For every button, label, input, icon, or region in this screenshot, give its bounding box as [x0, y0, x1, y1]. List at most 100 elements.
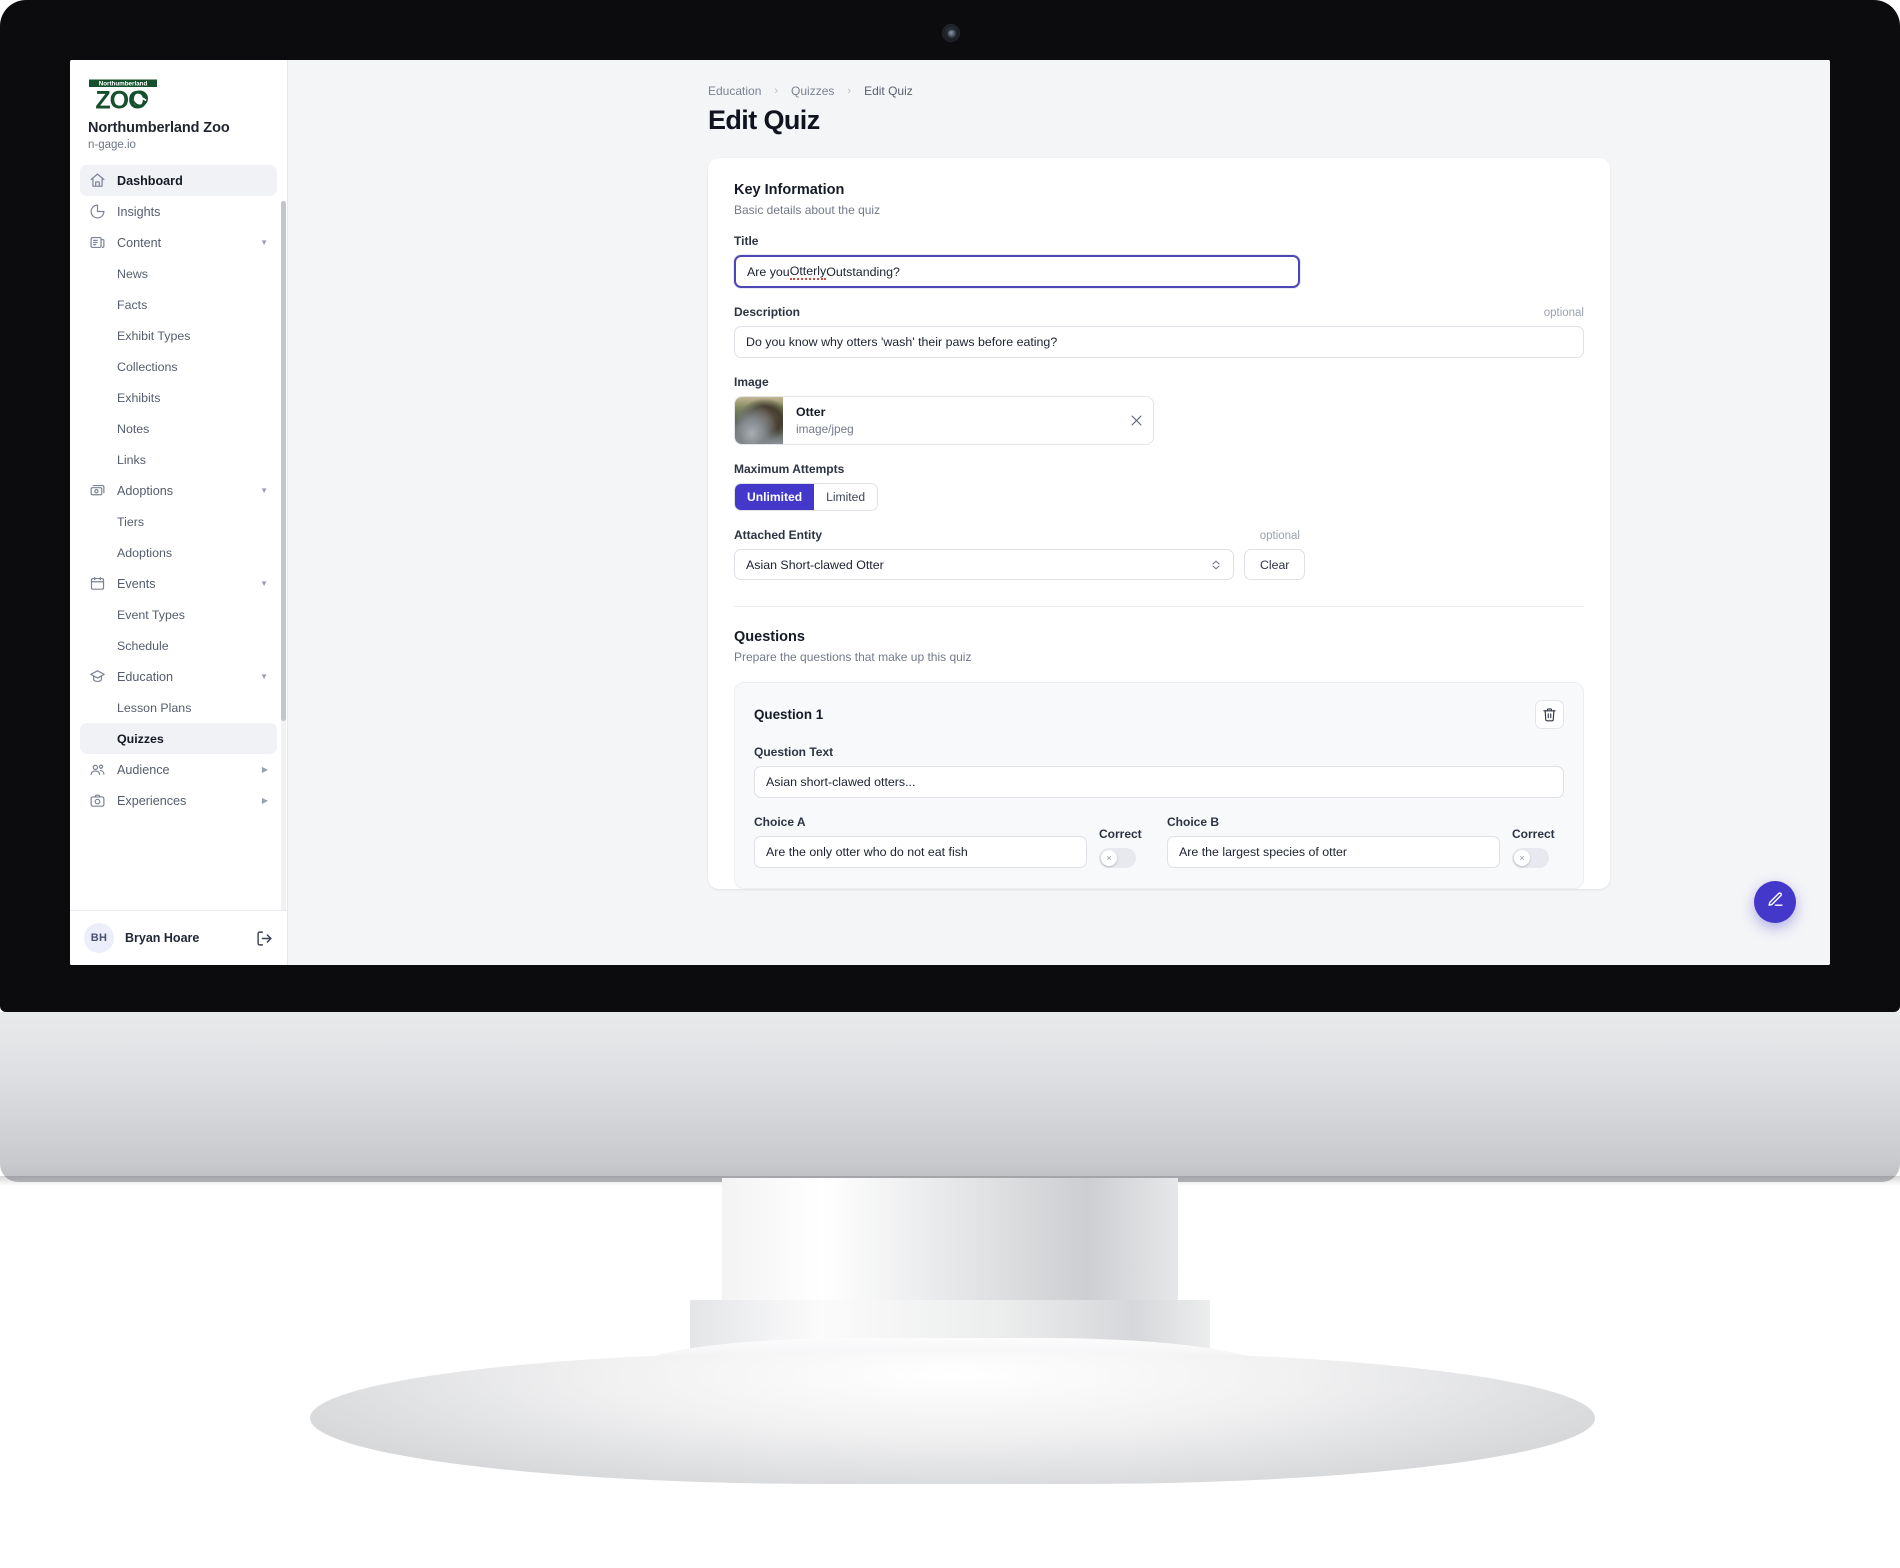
- chevron-down-icon[interactable]: ▼: [260, 579, 268, 588]
- key-information-heading: Key Information: [734, 182, 845, 198]
- choice-a-correct-toggle[interactable]: ×: [1099, 848, 1136, 868]
- description-input[interactable]: Do you know why otters 'wash' their paws…: [734, 326, 1584, 358]
- screen-content: Northumberland ZOO Northumberland Zoo n-…: [70, 60, 1830, 965]
- attached-entity-field-group: Attached Entity optional Asian Short-cla…: [734, 528, 1584, 580]
- home-icon: [89, 172, 106, 189]
- sidebar-nav: Dashboard Insights Content ▼ News Facts Exhibi…: [70, 161, 287, 910]
- user-profile-row[interactable]: BH Bryan Hoare: [70, 910, 287, 965]
- application-window: Northumberland ZOO Northumberland Zoo n-…: [70, 60, 1830, 965]
- brand-name: Northumberland Zoo: [88, 120, 230, 136]
- sidebar-item-label: Exhibit Types: [117, 328, 191, 343]
- attached-entity-label: Attached Entity: [734, 528, 823, 542]
- chevron-right-icon[interactable]: ▶: [262, 796, 268, 805]
- sidebar-scrollbar[interactable]: [281, 201, 286, 721]
- segment-limited[interactable]: Limited: [814, 484, 878, 510]
- pencil-icon: [1767, 891, 1784, 913]
- sidebar-item-exhibits[interactable]: Exhibits: [80, 382, 277, 413]
- chevron-down-icon[interactable]: ▼: [260, 486, 268, 495]
- chevron-right-icon[interactable]: ▶: [262, 765, 268, 774]
- sidebar-item-event-types[interactable]: Event Types: [80, 599, 277, 630]
- sidebar-item-facts[interactable]: Facts: [80, 289, 277, 320]
- monitor-chin: [0, 1012, 1900, 1182]
- sidebar-item-label: Education: [117, 669, 174, 684]
- webcam-icon: [942, 24, 960, 42]
- sidebar-item-dashboard[interactable]: Dashboard: [80, 165, 277, 196]
- svg-text:ZOO: ZOO: [95, 87, 147, 113]
- toggle-knob-off-icon: ×: [1101, 850, 1117, 866]
- breadcrumb-item-education[interactable]: Education: [708, 84, 761, 98]
- edit-quiz-card: Key Information Basic details about the …: [708, 158, 1610, 889]
- image-file-type: image/jpeg: [796, 422, 854, 436]
- sidebar-item-label: Exhibits: [117, 390, 161, 405]
- section-divider: [734, 606, 1584, 607]
- sidebar-item-label: Experiences: [117, 793, 187, 808]
- sidebar-item-label: Lesson Plans: [117, 700, 192, 715]
- max-attempts-segmented-control: Unlimited Limited: [734, 483, 879, 511]
- sidebar-item-education[interactable]: Education ▼: [80, 661, 277, 692]
- main-content: Education › Quizzes › Edit Quiz Edit Qui…: [288, 60, 1830, 965]
- sidebar-item-label: Quizzes: [117, 731, 164, 746]
- sidebar-item-exhibit-types[interactable]: Exhibit Types: [80, 320, 277, 351]
- edit-fab-button[interactable]: [1754, 881, 1796, 923]
- max-attempts-label: Maximum Attempts: [734, 462, 845, 476]
- sidebar-item-label: Adoptions: [117, 483, 174, 498]
- sidebar-item-experiences[interactable]: Experiences ▶: [80, 785, 277, 816]
- attached-entity-select[interactable]: Asian Short-clawed Otter: [734, 549, 1234, 580]
- choice-b-input[interactable]: Are the largest species of otter: [1167, 836, 1500, 868]
- breadcrumb-separator-icon: ›: [847, 85, 852, 97]
- avatar: BH: [84, 923, 114, 953]
- sidebar-item-audience[interactable]: Audience ▶: [80, 754, 277, 785]
- monitor-base: [310, 1352, 1595, 1484]
- sidebar-item-insights[interactable]: Insights: [80, 196, 277, 227]
- image-upload-card[interactable]: Otter image/jpeg: [734, 396, 1154, 445]
- choice-b-group: Choice B Are the largest species of otte…: [1167, 815, 1564, 868]
- question-text-label: Question Text: [754, 745, 834, 759]
- sidebar: Northumberland ZOO Northumberland Zoo n-…: [70, 60, 288, 965]
- description-field-group: Description optional Do you know why ott…: [734, 305, 1584, 358]
- breadcrumb-item-edit-quiz: Edit Quiz: [864, 84, 913, 98]
- sidebar-item-links[interactable]: Links: [80, 444, 277, 475]
- segment-unlimited[interactable]: Unlimited: [735, 484, 815, 510]
- clear-button[interactable]: Clear: [1244, 549, 1306, 580]
- sidebar-item-tiers[interactable]: Tiers: [80, 506, 277, 537]
- sidebar-item-label: Event Types: [117, 607, 185, 622]
- sidebar-item-quizzes[interactable]: Quizzes: [80, 723, 277, 754]
- pie-chart-icon: [89, 203, 106, 220]
- sidebar-item-collections[interactable]: Collections: [80, 351, 277, 382]
- sidebar-item-news[interactable]: News: [80, 258, 277, 289]
- questions-heading: Questions: [734, 629, 805, 645]
- max-attempts-field-group: Maximum Attempts Unlimited Limited: [734, 462, 1584, 511]
- chevron-down-icon[interactable]: ▼: [260, 672, 268, 681]
- title-input-text-post: Outstanding?: [826, 264, 900, 279]
- logout-icon[interactable]: [256, 930, 273, 947]
- sidebar-item-adoptions[interactable]: Adoptions: [80, 537, 277, 568]
- image-field-group: Image Otter image/jpeg: [734, 375, 1584, 445]
- sidebar-item-content[interactable]: Content ▼: [80, 227, 277, 258]
- choice-b-correct-label: Correct: [1512, 827, 1555, 841]
- title-input-text-misspelled: Otterly: [789, 263, 827, 280]
- choices-row: Choice A Are the only otter who do not e…: [754, 815, 1564, 868]
- title-label: Title: [734, 234, 759, 248]
- users-icon: [89, 761, 106, 778]
- sidebar-item-lesson-plans[interactable]: Lesson Plans: [80, 692, 277, 723]
- sidebar-item-schedule[interactable]: Schedule: [80, 630, 277, 661]
- sidebar-item-label: Insights: [117, 204, 161, 219]
- image-thumbnail: [735, 397, 783, 444]
- trash-icon[interactable]: [1535, 700, 1564, 729]
- close-icon[interactable]: [1119, 413, 1153, 428]
- question-text-field-group: Question Text Asian short-clawed otters.…: [754, 745, 1564, 798]
- question-text-input[interactable]: Asian short-clawed otters...: [754, 766, 1564, 798]
- sidebar-item-adoptions[interactable]: Adoptions ▼: [80, 475, 277, 506]
- sidebar-item-label: Notes: [117, 421, 150, 436]
- chevron-down-icon[interactable]: ▼: [260, 238, 268, 247]
- choice-a-label: Choice A: [754, 815, 806, 829]
- sidebar-item-events[interactable]: Events ▼: [80, 568, 277, 599]
- image-meta: Otter image/jpeg: [783, 405, 1119, 436]
- key-information-subheading: Basic details about the quiz: [734, 203, 881, 217]
- breadcrumb-item-quizzes[interactable]: Quizzes: [791, 84, 834, 98]
- choice-a-input[interactable]: Are the only otter who do not eat fish: [754, 836, 1087, 868]
- question-text-value: Asian short-clawed otters...: [766, 775, 916, 789]
- sidebar-item-notes[interactable]: Notes: [80, 413, 277, 444]
- title-input[interactable]: Are you Otterly Outstanding?: [734, 255, 1300, 288]
- choice-b-correct-toggle[interactable]: ×: [1512, 848, 1549, 868]
